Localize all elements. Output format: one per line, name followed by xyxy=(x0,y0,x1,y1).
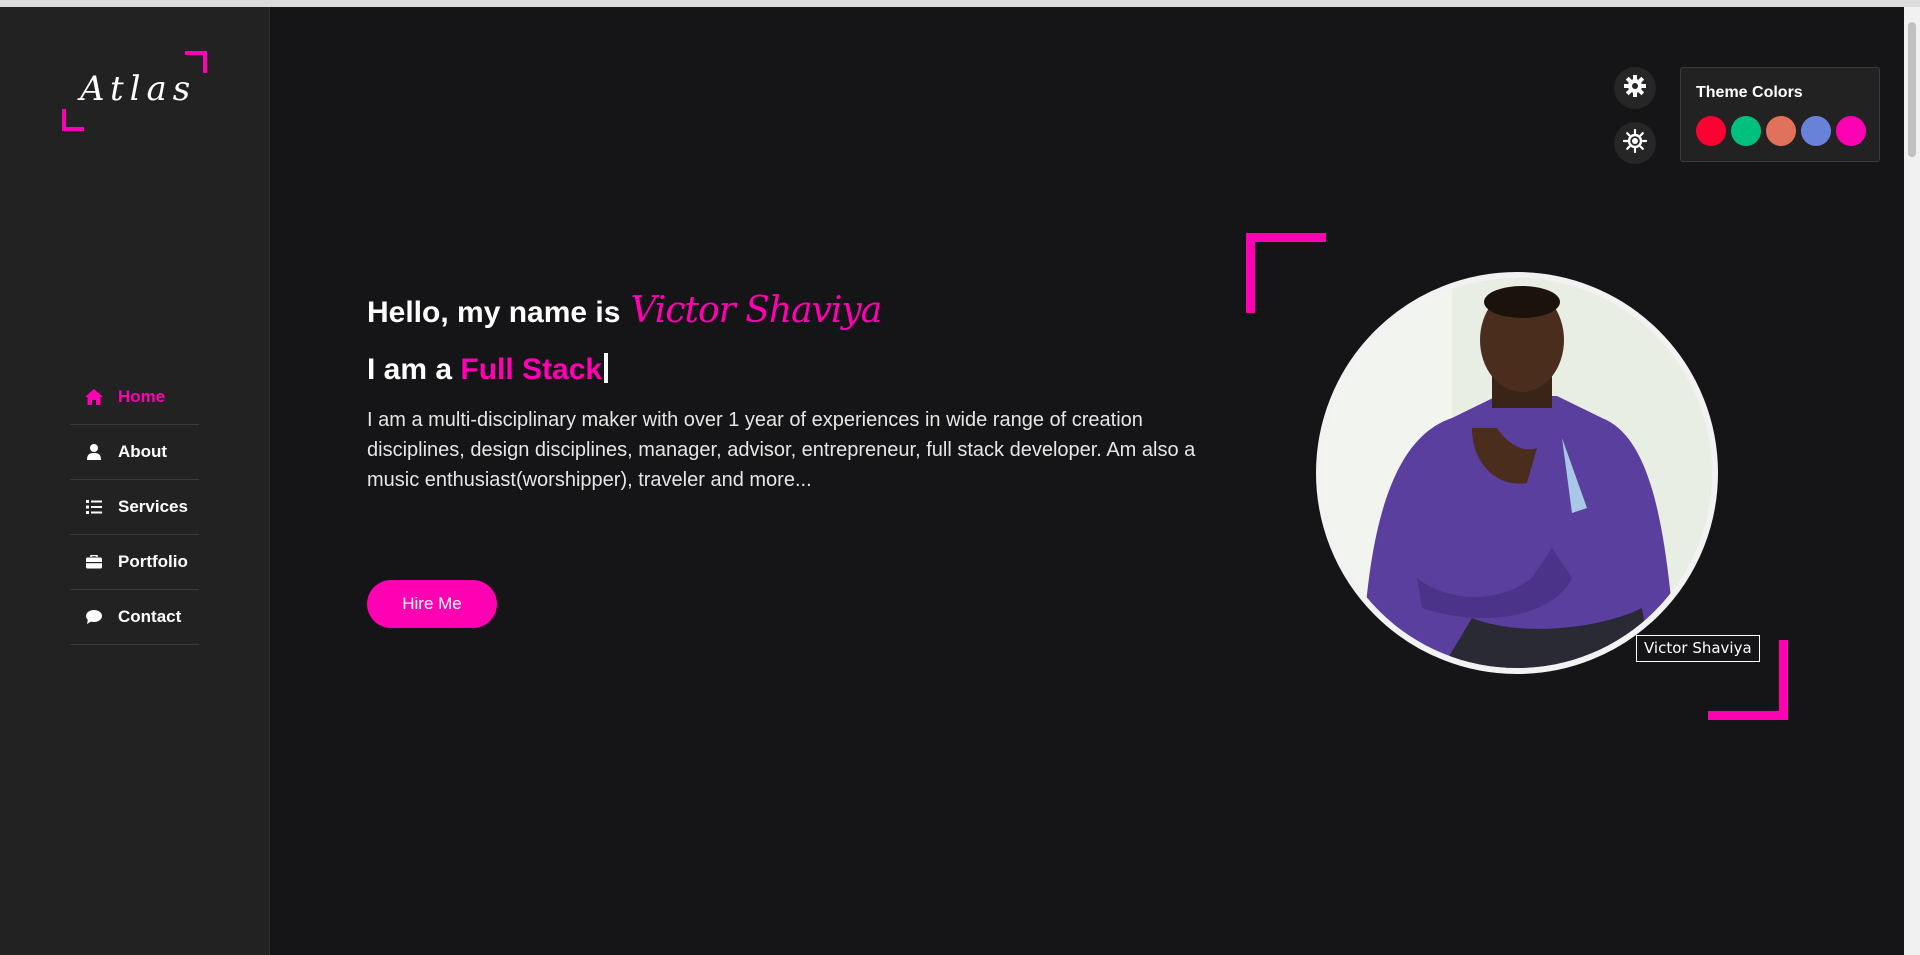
nav-item-about[interactable]: About xyxy=(70,425,199,480)
home-icon xyxy=(84,387,104,407)
color-swatch-4[interactable] xyxy=(1801,116,1831,146)
color-swatch-1[interactable] xyxy=(1696,116,1726,146)
nav-label-services: Services xyxy=(118,497,188,516)
logo[interactable]: Atlas xyxy=(62,51,207,131)
nav-item-services[interactable]: Services xyxy=(70,480,199,535)
nav-label-about: About xyxy=(118,442,168,461)
day-night-toggle-button[interactable] xyxy=(1614,122,1656,164)
color-swatch-3[interactable] xyxy=(1766,116,1796,146)
theme-colors-panel: Theme Colors xyxy=(1680,67,1880,162)
main-nav: Home About Services Portfolio Contact xyxy=(70,370,199,645)
nav-item-portfolio[interactable]: Portfolio xyxy=(70,535,199,590)
role-prefix: I am a xyxy=(367,353,453,386)
nav-label-contact: Contact xyxy=(118,607,182,626)
briefcase-icon xyxy=(84,552,104,572)
gear-icon xyxy=(1624,74,1646,102)
role-typed-text: Full Stack xyxy=(460,353,603,386)
nav-label-home: Home xyxy=(118,387,166,406)
user-icon xyxy=(84,442,104,462)
color-swatch-5[interactable] xyxy=(1836,116,1866,146)
photo-tooltip: Victor Shaviya xyxy=(1636,635,1760,662)
color-swatch-2[interactable] xyxy=(1731,116,1761,146)
person-name: Victor Shaviya xyxy=(630,290,882,331)
nav-item-contact[interactable]: Contact xyxy=(70,590,199,645)
chat-icon xyxy=(84,607,104,627)
sidebar: Atlas Home About Services Portfolio Cont… xyxy=(0,7,270,955)
bio-text: I am a multi-disciplinary maker with ove… xyxy=(367,409,1196,491)
color-swatches xyxy=(1696,116,1866,146)
sun-icon xyxy=(1622,128,1648,158)
hire-me-button[interactable]: Hire Me xyxy=(367,580,497,628)
logo-corner-bottom-left xyxy=(62,109,84,131)
role-heading: I am a Full Stack xyxy=(367,353,1207,387)
settings-toggle-button[interactable] xyxy=(1614,67,1656,109)
scrollbar-thumb[interactable] xyxy=(1908,22,1916,157)
browser-top-bar xyxy=(0,0,1920,7)
list-icon xyxy=(84,497,104,517)
greeting-heading: Hello, my name is Victor Shaviya xyxy=(367,290,1207,331)
photo-frame-top-left xyxy=(1246,233,1326,313)
page-scrollbar[interactable] xyxy=(1904,7,1920,955)
profile-photo xyxy=(1316,272,1718,674)
typing-caret xyxy=(604,353,609,383)
nav-item-home[interactable]: Home xyxy=(70,370,199,425)
greeting-text: Hello, my name is xyxy=(367,296,621,329)
nav-label-portfolio: Portfolio xyxy=(118,552,188,571)
logo-text: Atlas xyxy=(80,69,197,109)
intro: Hello, my name is Victor Shaviya I am a … xyxy=(367,290,1207,495)
theme-colors-title: Theme Colors xyxy=(1696,84,1803,101)
